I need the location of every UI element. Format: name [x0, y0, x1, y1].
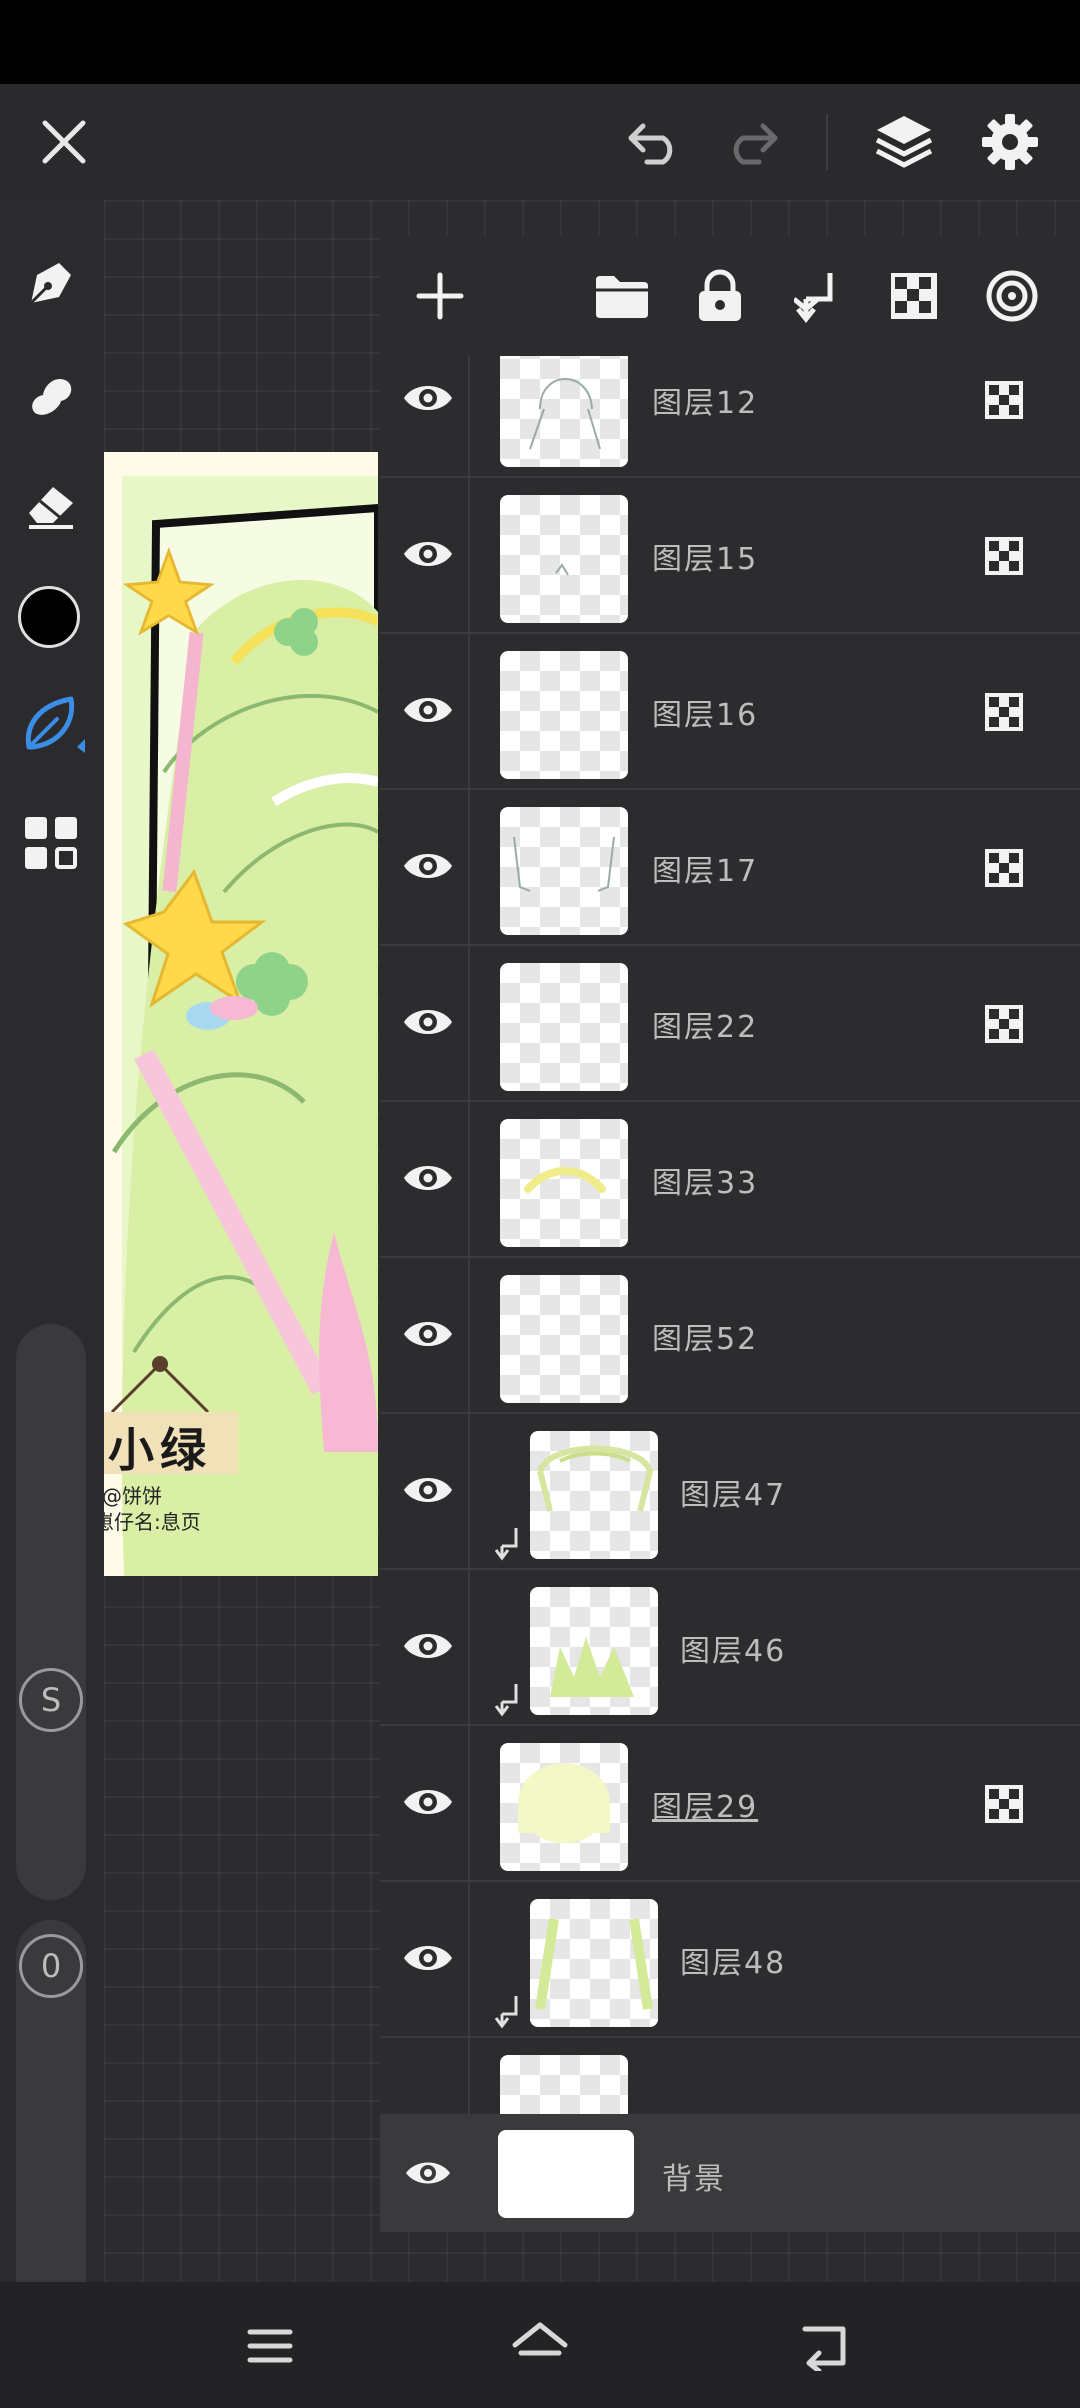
opacity-indicator: 0 — [19, 1934, 83, 1998]
status-bar — [0, 0, 1080, 84]
blend-mode-icon[interactable] — [980, 264, 1044, 328]
layer-name: 背景 — [662, 2162, 726, 2197]
home-icon[interactable] — [506, 2312, 574, 2380]
layer-name: 图层33 — [652, 1166, 759, 1201]
background-layer-row[interactable]: 背景 — [380, 2114, 1080, 2232]
left-toolbar: S 0 — [0, 200, 104, 2340]
layer-list[interactable]: 图层12 图层15 图层16 图层17 图层22 图层33 图层52 图层47 图层46 图层29… — [380, 356, 1080, 2114]
layer-row[interactable]: 图层12 — [380, 356, 1080, 478]
layer-name: 图层22 — [652, 1010, 759, 1045]
layer-name: 图层47 — [680, 1478, 787, 1513]
layer-row[interactable]: 图层16 — [380, 634, 1080, 790]
undo-icon[interactable] — [620, 108, 688, 176]
layer-row[interactable]: 图层48 — [380, 1882, 1080, 2038]
visibility-eye-icon[interactable] — [400, 2145, 456, 2201]
brush-size-indicator: S — [19, 1668, 83, 1732]
layer-thumbnail — [500, 1275, 628, 1403]
layer-row[interactable]: 图层15 — [380, 478, 1080, 634]
layer-thumbnail — [500, 1743, 628, 1871]
pen-tool-icon[interactable] — [16, 248, 86, 318]
layers-icon[interactable] — [868, 106, 940, 178]
system-nav-bar — [0, 2282, 1080, 2408]
layer-thumbnail — [500, 356, 628, 467]
alpha-lock-icon[interactable] — [984, 848, 1024, 888]
visibility-eye-icon[interactable] — [400, 1618, 456, 1674]
layer-row[interactable]: 图层22 — [380, 946, 1080, 1102]
artwork-sign-text: 小绿 — [108, 1423, 212, 1477]
folder-icon[interactable] — [590, 264, 654, 328]
back-icon[interactable] — [790, 2312, 858, 2380]
alpha-lock-icon[interactable] — [984, 380, 1024, 420]
layer-thumbnail — [530, 1899, 658, 2027]
clipping-arrow-icon — [494, 1526, 522, 1562]
artwork-credit-line-1: @饼饼 — [104, 1484, 162, 1508]
layer-name: 图层48 — [680, 1946, 787, 1981]
opacity-label: 0 — [40, 1947, 62, 1985]
layer-thumbnail — [500, 1119, 628, 1247]
layer-row[interactable]: 图层29 — [380, 1726, 1080, 1882]
alpha-lock-icon[interactable] — [984, 1004, 1024, 1044]
visibility-eye-icon[interactable] — [400, 1462, 456, 1518]
menu-icon[interactable] — [236, 2312, 304, 2380]
artwork-illustration — [104, 452, 378, 1576]
redo-icon[interactable] — [718, 108, 786, 176]
layer-thumbnail — [500, 963, 628, 1091]
layer-thumbnail — [500, 651, 628, 779]
layer-name: 图层29 — [652, 1790, 759, 1825]
layer-name: 图层46 — [680, 1634, 787, 1669]
top-app-bar — [0, 84, 1080, 200]
layer-row[interactable]: 图层33 — [380, 1102, 1080, 1258]
visibility-eye-icon[interactable] — [400, 1150, 456, 1206]
layer-row[interactable]: 图层46 — [380, 1570, 1080, 1726]
layers-panel: 图层12 图层15 图层16 图层17 图层22 图层33 图层52 图层47 图层46 图层29… — [380, 236, 1080, 2232]
visibility-eye-icon[interactable] — [400, 838, 456, 894]
alpha-lock-icon[interactable] — [984, 536, 1024, 576]
lock-icon[interactable] — [688, 264, 752, 328]
visibility-eye-icon[interactable] — [400, 994, 456, 1050]
layer-name: 图层12 — [652, 386, 759, 421]
merge-down-icon[interactable] — [784, 264, 848, 328]
close-icon[interactable] — [30, 108, 98, 176]
layer-name: 图层15 — [652, 542, 759, 577]
layer-thumbnail — [498, 2130, 634, 2218]
layer-thumbnail — [500, 807, 628, 935]
artwork-credit-line-2: 崽仔名:息页 — [104, 1510, 201, 1534]
layer-thumbnail — [530, 1587, 658, 1715]
layer-row[interactable]: 图层17 — [380, 790, 1080, 946]
alpha-lock-icon[interactable] — [984, 1784, 1024, 1824]
brush-selected-icon[interactable] — [14, 686, 90, 762]
visibility-eye-icon[interactable] — [400, 1306, 456, 1362]
eraser-tool-icon[interactable] — [16, 470, 86, 540]
layers-panel-toolbar — [380, 236, 1080, 356]
layer-thumbnail — [530, 1431, 658, 1559]
settings-icon[interactable] — [974, 106, 1046, 178]
brush-size-slider[interactable]: S — [16, 1324, 86, 1900]
layer-thumbnail — [500, 495, 628, 623]
visibility-eye-icon[interactable] — [400, 1774, 456, 1830]
brush-size-label: S — [40, 1681, 62, 1719]
clipping-arrow-icon — [494, 1994, 522, 2030]
top-bar-divider — [826, 114, 828, 170]
alpha-lock-icon[interactable] — [984, 692, 1024, 732]
gallery-grid-icon[interactable] — [16, 808, 86, 878]
layer-name: 图层16 — [652, 698, 759, 733]
clipping-arrow-icon — [494, 1682, 522, 1718]
opacity-slider[interactable]: 0 — [16, 1920, 86, 2340]
add-layer-icon[interactable] — [408, 264, 472, 328]
visibility-eye-icon[interactable] — [400, 370, 456, 426]
current-color-swatch[interactable] — [18, 586, 80, 648]
smudge-tool-icon[interactable] — [16, 360, 86, 430]
visibility-eye-icon[interactable] — [400, 526, 456, 582]
layer-row-partial[interactable] — [380, 2038, 1080, 2114]
visibility-eye-icon[interactable] — [400, 1930, 456, 1986]
layer-name: 图层17 — [652, 854, 759, 889]
layer-row[interactable]: 图层52 — [380, 1258, 1080, 1414]
layer-name: 图层52 — [652, 1322, 759, 1357]
artwork-canvas[interactable]: 小绿 @饼饼 崽仔名:息页 — [104, 452, 378, 1576]
alpha-lock-icon[interactable] — [882, 264, 946, 328]
layer-thumbnail — [500, 2055, 628, 2114]
layer-row[interactable]: 图层47 — [380, 1414, 1080, 1570]
visibility-eye-icon[interactable] — [400, 682, 456, 738]
